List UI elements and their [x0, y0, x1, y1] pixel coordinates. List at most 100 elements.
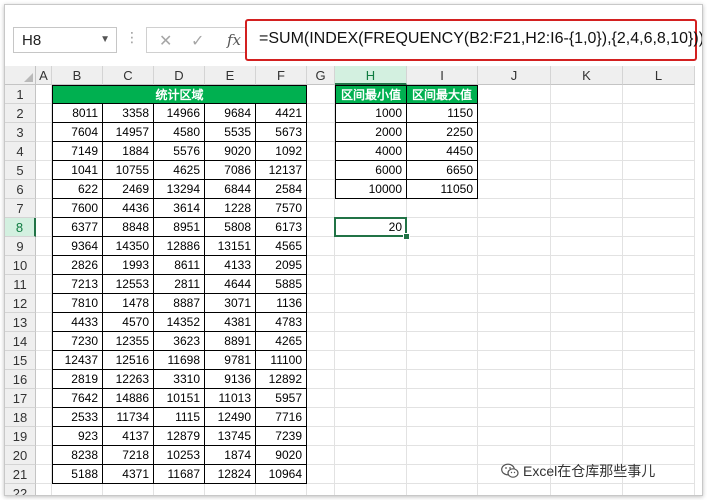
data-cell[interactable]: 7716	[256, 408, 307, 427]
grid-cell[interactable]	[36, 465, 52, 484]
data-cell[interactable]: 11013	[205, 389, 256, 408]
grid-cell[interactable]	[36, 389, 52, 408]
data-cell[interactable]: 1092	[256, 142, 307, 161]
grid-cell[interactable]	[551, 351, 623, 370]
data-cell[interactable]: 4137	[103, 427, 154, 446]
grid-cell[interactable]	[623, 142, 695, 161]
confirm-icon[interactable]: ✓	[191, 31, 204, 51]
grid-cell[interactable]	[478, 351, 551, 370]
data-cell[interactable]: 5808	[205, 218, 256, 237]
data-cell[interactable]: 3623	[154, 332, 205, 351]
grid-cell[interactable]	[307, 427, 335, 446]
insert-function-icon[interactable]: fx	[227, 31, 241, 49]
grid-cell[interactable]	[36, 123, 52, 142]
grid-cell[interactable]	[623, 199, 695, 218]
row-header-20[interactable]: 20	[5, 446, 36, 465]
grid-cell[interactable]	[335, 313, 407, 332]
data-cell[interactable]: 5673	[256, 123, 307, 142]
grid-cell[interactable]	[551, 161, 623, 180]
grid-cell[interactable]	[36, 446, 52, 465]
grid-cell[interactable]	[335, 408, 407, 427]
data-cell[interactable]: 12490	[205, 408, 256, 427]
interval-cell[interactable]: 10000	[335, 180, 407, 199]
grid-cell[interactable]	[551, 85, 623, 104]
data-cell[interactable]: 9136	[205, 370, 256, 389]
data-cell[interactable]: 4421	[256, 104, 307, 123]
grid-cell[interactable]	[478, 85, 551, 104]
grid-cell[interactable]	[551, 427, 623, 446]
row-header-13[interactable]: 13	[5, 313, 36, 332]
data-cell[interactable]: 6844	[205, 180, 256, 199]
row-header-9[interactable]: 9	[5, 237, 36, 256]
grid-cell[interactable]	[36, 237, 52, 256]
grid-cell[interactable]	[307, 161, 335, 180]
grid-cell[interactable]	[407, 427, 478, 446]
formula-input[interactable]: =SUM(INDEX(FREQUENCY(B2:F21,H2:I6-{1,0})…	[245, 19, 702, 61]
grid-cell[interactable]	[551, 123, 623, 142]
data-cell[interactable]: 7239	[256, 427, 307, 446]
data-cell[interactable]: 7600	[52, 199, 103, 218]
row-header-10[interactable]: 10	[5, 256, 36, 275]
grid-cell[interactable]	[36, 275, 52, 294]
grid-cell[interactable]	[623, 332, 695, 351]
grid-cell[interactable]	[335, 275, 407, 294]
data-cell[interactable]: 7213	[52, 275, 103, 294]
grid-cell[interactable]	[478, 237, 551, 256]
column-header-f[interactable]: F	[256, 66, 307, 85]
data-cell[interactable]: 4433	[52, 313, 103, 332]
interval-cell[interactable]: 6650	[407, 161, 478, 180]
grid-cell[interactable]	[407, 294, 478, 313]
data-cell[interactable]: 1228	[205, 199, 256, 218]
grid-cell[interactable]	[36, 104, 52, 123]
data-cell[interactable]: 2819	[52, 370, 103, 389]
data-cell[interactable]: 4783	[256, 313, 307, 332]
data-cell[interactable]: 4133	[205, 256, 256, 275]
data-cell[interactable]: 3614	[154, 199, 205, 218]
grid-cell[interactable]	[36, 484, 52, 495]
data-cell[interactable]: 7149	[52, 142, 103, 161]
name-box[interactable]: H8 ▼	[13, 27, 117, 53]
data-cell[interactable]: 1115	[154, 408, 205, 427]
data-cell[interactable]: 12137	[256, 161, 307, 180]
grid-cell[interactable]	[478, 275, 551, 294]
grid-cell[interactable]	[478, 313, 551, 332]
data-cell[interactable]: 1041	[52, 161, 103, 180]
grid-cell[interactable]	[623, 389, 695, 408]
grid-cell[interactable]	[478, 104, 551, 123]
grid-cell[interactable]	[478, 332, 551, 351]
data-cell[interactable]: 14957	[103, 123, 154, 142]
grid-cell[interactable]	[551, 142, 623, 161]
grid-cell[interactable]	[36, 142, 52, 161]
data-cell[interactable]: 8238	[52, 446, 103, 465]
grid-cell[interactable]	[335, 237, 407, 256]
grid-cell[interactable]	[36, 161, 52, 180]
grid-cell[interactable]	[154, 484, 205, 495]
grid-cell[interactable]	[335, 427, 407, 446]
data-cell[interactable]: 11100	[256, 351, 307, 370]
data-cell[interactable]: 12824	[205, 465, 256, 484]
grid-cell[interactable]	[307, 275, 335, 294]
row-header-14[interactable]: 14	[5, 332, 36, 351]
grid-cell[interactable]	[551, 180, 623, 199]
row-header-5[interactable]: 5	[5, 161, 36, 180]
row-header-21[interactable]: 21	[5, 465, 36, 484]
grid-cell[interactable]	[478, 142, 551, 161]
grid-cell[interactable]	[335, 370, 407, 389]
chevron-down-icon[interactable]: ▼	[100, 34, 110, 45]
grid-cell[interactable]	[307, 199, 335, 218]
interval-cell[interactable]: 11050	[407, 180, 478, 199]
grid-cell[interactable]	[307, 104, 335, 123]
data-cell[interactable]: 9781	[205, 351, 256, 370]
grid-cell[interactable]	[478, 294, 551, 313]
grid-cell[interactable]	[623, 123, 695, 142]
row-header-11[interactable]: 11	[5, 275, 36, 294]
grid-cell[interactable]	[36, 351, 52, 370]
grid-cell[interactable]	[407, 370, 478, 389]
grid-cell[interactable]	[36, 85, 52, 104]
grid-cell[interactable]	[623, 313, 695, 332]
data-cell[interactable]: 7570	[256, 199, 307, 218]
data-cell[interactable]: 8887	[154, 294, 205, 313]
column-header-g[interactable]: G	[307, 66, 335, 85]
data-cell[interactable]: 12516	[103, 351, 154, 370]
data-cell[interactable]: 5957	[256, 389, 307, 408]
